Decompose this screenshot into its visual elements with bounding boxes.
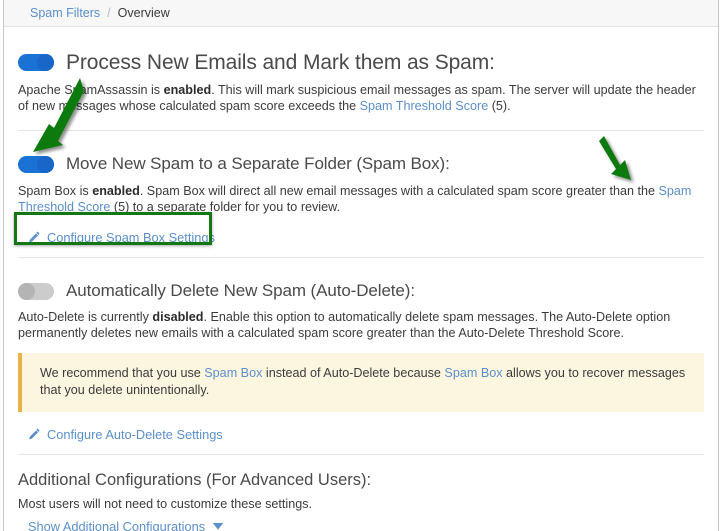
desc-status: enabled (163, 83, 212, 98)
additional-configurations-description: Most users will not need to customize th… (18, 497, 312, 512)
desc-part-2: . Spam Box will direct all new email mes… (139, 183, 659, 198)
show-additional-configurations-label: Show Additional Configurations (28, 519, 206, 531)
configure-spam-box-settings-link[interactable]: Configure Spam Box Settings (28, 228, 215, 247)
breadcrumb: Spam Filters / Overview (4, 0, 718, 27)
process-new-emails-description: Apache SpamAssassin is enabled. This wil… (18, 82, 704, 114)
chevron-down-icon (212, 521, 224, 531)
pencil-icon (28, 231, 41, 244)
desc-part-3: (5) to a separate folder for you to revi… (110, 199, 341, 214)
pencil-icon (28, 428, 41, 441)
auto-delete-recommendation-callout: We recommend that you use Spam Box inste… (18, 353, 704, 413)
callout-part-1: We recommend that you use (40, 366, 205, 381)
breadcrumb-link-spam-filters[interactable]: Spam Filters (30, 6, 100, 20)
breadcrumb-current-overview: Overview (117, 6, 170, 20)
process-new-emails-header: Process New Emails and Mark them as Spam… (18, 51, 704, 74)
spam-box-link-1[interactable]: Spam Box (204, 366, 262, 380)
desc-part-1: Spam Box is (18, 183, 93, 198)
section-auto-delete: Automatically Delete New Spam (Auto-Dele… (18, 256, 704, 455)
toggle-knob (37, 155, 54, 173)
section-additional-configurations: Additional Configurations (For Advanced … (18, 454, 704, 531)
show-additional-configurations-link[interactable]: Show Additional Configurations (18, 514, 224, 531)
spam-filters-overview-page: Spam Filters / Overview Process New Emai… (0, 0, 726, 531)
spam-box-header: Move New Spam to a Separate Folder (Spam… (18, 154, 704, 174)
process-new-emails-toggle[interactable] (18, 54, 54, 72)
desc-status: disabled (152, 310, 204, 325)
desc-part-1: Apache SpamAssassin is (18, 83, 164, 98)
spam-box-link-2[interactable]: Spam Box (444, 366, 502, 380)
configure-spam-box-settings-label: Configure Spam Box Settings (47, 229, 215, 245)
section-process-new-emails: Process New Emails and Mark them as Spam… (18, 27, 704, 130)
spam-threshold-score-link[interactable]: Spam Threshold Score (360, 99, 489, 113)
section-spam-box: Move New Spam to a Separate Folder (Spam… (18, 130, 704, 257)
desc-part-1: Auto-Delete is currently (18, 310, 153, 325)
spam-box-toggle[interactable] (18, 155, 54, 173)
auto-delete-description: Auto-Delete is currently disabled. Enabl… (18, 309, 704, 341)
page-right-rail (718, 0, 719, 531)
toggle-knob (37, 54, 54, 72)
toggle-knob (18, 282, 35, 300)
spam-box-description: Spam Box is enabled. Spam Box will direc… (18, 183, 704, 215)
additional-configurations-title: Additional Configurations (For Advanced … (18, 471, 372, 490)
configure-auto-delete-settings-link[interactable]: Configure Auto-Delete Settings (28, 425, 223, 444)
callout-part-2: instead of Auto-Delete because (262, 366, 445, 381)
auto-delete-header: Automatically Delete New Spam (Auto-Dele… (18, 280, 704, 301)
configure-auto-delete-settings-label: Configure Auto-Delete Settings (47, 427, 223, 443)
process-new-emails-title: Process New Emails and Mark them as Spam… (66, 51, 495, 74)
auto-delete-title: Automatically Delete New Spam (Auto-Dele… (66, 280, 415, 300)
main-content: Process New Emails and Mark them as Spam… (4, 27, 718, 531)
spam-box-title: Move New Spam to a Separate Folder (Spam… (66, 154, 450, 174)
desc-part-3: (5). (488, 99, 511, 114)
auto-delete-toggle[interactable] (18, 282, 54, 300)
breadcrumb-separator: / (107, 6, 111, 20)
desc-status: enabled (92, 183, 140, 198)
